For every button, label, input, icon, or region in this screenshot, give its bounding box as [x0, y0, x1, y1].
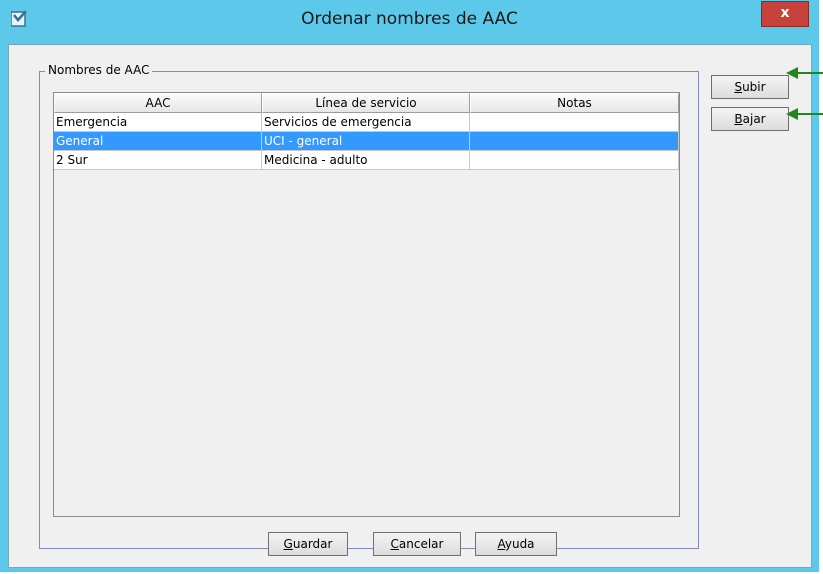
column-header-aac[interactable]: AAC	[54, 93, 262, 113]
button-label: ancelar	[398, 537, 444, 551]
cancel-button[interactable]: Cancelar	[373, 532, 461, 556]
title-bar[interactable]: Ordenar nombres de AAC x	[0, 0, 819, 40]
help-button[interactable]: Ayuda	[475, 532, 557, 556]
mnemonic-letter: G	[283, 537, 293, 551]
callout-arrow-down-icon	[786, 108, 798, 120]
cell-aac: Emergencia	[54, 113, 262, 132]
aac-names-group: Nombres de AAC AAC Línea de servicio Not…	[39, 63, 699, 549]
table-row[interactable]: General UCI - general	[54, 132, 679, 151]
dialog-content: Nombres de AAC AAC Línea de servicio Not…	[8, 44, 812, 568]
button-label: yuda	[504, 537, 535, 551]
move-up-button[interactable]: Subir	[711, 75, 789, 99]
table-row[interactable]: 2 Sur Medicina - adulto	[54, 151, 679, 170]
mnemonic-letter: S	[734, 80, 743, 94]
table-header: AAC Línea de servicio Notas	[54, 93, 679, 113]
close-icon: x	[780, 5, 790, 21]
column-header-notes[interactable]: Notas	[470, 93, 679, 113]
cell-notes	[470, 151, 679, 170]
cell-notes	[470, 113, 679, 132]
mnemonic-letter: A	[497, 537, 505, 551]
column-header-service-line[interactable]: Línea de servicio	[262, 93, 470, 113]
callout-arrow-up-icon	[786, 67, 798, 79]
cell-service-line: UCI - general	[262, 132, 470, 151]
aac-table[interactable]: AAC Línea de servicio Notas Emergencia S…	[53, 92, 680, 517]
close-button[interactable]: x	[761, 1, 809, 27]
move-down-button[interactable]: Bajar	[711, 107, 789, 131]
callout-arrow-up-line	[794, 72, 823, 74]
dialog-window: Ordenar nombres de AAC x Nombres de AAC …	[0, 0, 819, 572]
mnemonic-letter: C	[390, 537, 399, 551]
window-title: Ordenar nombres de AAC	[301, 9, 518, 29]
cell-service-line: Servicios de emergencia	[262, 113, 470, 132]
group-legend: Nombres de AAC	[45, 63, 153, 77]
mnemonic-letter: B	[734, 112, 743, 126]
cell-aac: 2 Sur	[54, 151, 262, 170]
cell-notes	[470, 132, 679, 151]
button-label: uardar	[292, 537, 333, 551]
cell-aac: General	[54, 132, 262, 151]
cell-service-line: Medicina - adulto	[262, 151, 470, 170]
button-label: ajar	[742, 112, 766, 126]
table-row[interactable]: Emergencia Servicios de emergencia	[54, 113, 679, 132]
callout-arrow-down-line	[794, 113, 823, 115]
button-label: ubir	[742, 80, 766, 94]
save-button[interactable]: Guardar	[268, 532, 348, 556]
